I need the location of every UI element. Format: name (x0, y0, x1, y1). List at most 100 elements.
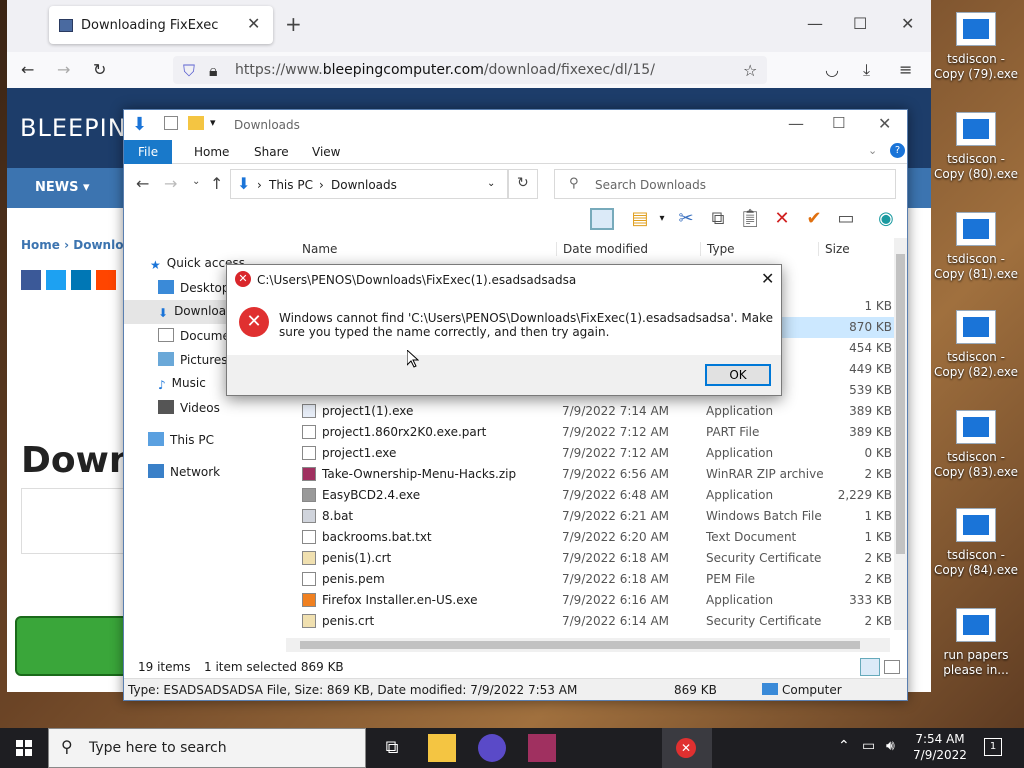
quick-access-toolbar-chevron-icon[interactable]: ▾ (210, 116, 216, 129)
desktop-icon-tsdiscon-79[interactable]: tsdiscon - Copy (79).exe (934, 12, 1018, 82)
ok-button[interactable]: OK (705, 364, 771, 386)
properties-icon[interactable] (164, 116, 178, 130)
table-row[interactable]: penis.crt 7/9/2022 6:14 AM Security Certif… (294, 611, 894, 630)
back-icon[interactable]: ← (21, 60, 34, 79)
paste-icon[interactable]: 📋︎ (738, 208, 762, 230)
desktop-icon-run-papers[interactable]: run papers please in... (934, 608, 1018, 678)
chevron-up-icon[interactable]: ⌃ (838, 738, 850, 754)
browser-tab[interactable]: Downloading FixExec ✕ (49, 6, 273, 44)
desktop-icon-tsdiscon-81[interactable]: tsdiscon - Copy (81).exe (934, 212, 1018, 282)
twitter-icon[interactable] (46, 270, 66, 290)
downloads-icon[interactable]: ⤓ (863, 60, 870, 80)
search-input[interactable]: ⚲ Search Downloads (554, 169, 896, 199)
bookmark-star-icon[interactable]: ☆ (743, 61, 757, 80)
nav-pictures[interactable]: Pictures (158, 352, 228, 367)
nav-this-pc[interactable]: This PC (148, 432, 214, 447)
tab-share[interactable]: Share (240, 140, 303, 164)
table-row[interactable]: Firefox Installer.en-US.exe 7/9/2022 6:16… (294, 590, 894, 611)
notification-center-icon[interactable]: 1 (984, 738, 1002, 756)
reload-icon[interactable]: ↻ (93, 60, 106, 79)
tab-view[interactable]: View (298, 140, 354, 164)
desktop-icon-tsdiscon-84[interactable]: tsdiscon - Copy (84).exe (934, 508, 1018, 578)
close-icon[interactable]: ✕ (901, 14, 914, 33)
linkedin-icon[interactable] (71, 270, 91, 290)
winrar-icon[interactable] (528, 734, 556, 762)
firefox-icon[interactable] (478, 734, 506, 762)
table-row[interactable]: backrooms.bat.txt 7/9/2022 6:20 AM Text Do… (294, 527, 894, 548)
volume-icon[interactable]: 🔊︎ (886, 738, 895, 754)
breadcrumb-this-pc[interactable]: This PC (269, 178, 313, 192)
nav-documents[interactable]: Documer (158, 328, 235, 343)
table-row[interactable]: project1(1).exe 7/9/2022 7:14 AM Applicati… (294, 401, 894, 422)
nav-music[interactable]: ♪ Music (158, 376, 206, 392)
up-icon[interactable]: ↑ (210, 174, 223, 193)
vertical-scrollbar[interactable] (894, 238, 907, 630)
network-icon[interactable]: ▭ (862, 738, 875, 754)
address-bar[interactable]: ⬇ › This PC › Downloads ⌄ (230, 169, 508, 199)
nav-network[interactable]: Network (148, 464, 220, 479)
address-dropdown-icon[interactable]: ⌄ (487, 178, 495, 189)
lock-icon[interactable]: 🔒︎ (209, 61, 218, 81)
view-dropdown-icon[interactable]: ▾ (650, 208, 674, 230)
column-date-modified[interactable]: Date modified (556, 242, 648, 256)
taskbar-search-input[interactable]: ⚲ Type here to search (48, 728, 366, 768)
url-bar[interactable]: ⛉ 🔒︎ https://www.bleepingcomputer.com/do… (173, 56, 767, 84)
table-row[interactable]: EasyBCD2.4.exe 7/9/2022 6:48 AM Applicatio… (294, 485, 894, 506)
menu-news[interactable]: NEWS ▾ (35, 180, 90, 195)
preview-pane-icon[interactable] (590, 208, 614, 230)
back-icon[interactable]: ← (136, 174, 149, 193)
forward-icon[interactable]: → (164, 174, 177, 193)
large-icons-view-icon[interactable] (884, 660, 900, 674)
file-explorer-icon[interactable] (428, 734, 456, 762)
table-row[interactable]: 8.bat 7/9/2022 6:21 AM Windows Batch File 1… (294, 506, 894, 527)
globe-icon[interactable]: ◉ (874, 208, 898, 230)
breadcrumb-downloads[interactable]: Downloads (331, 178, 397, 192)
column-name[interactable]: Name (302, 242, 337, 256)
details-view-icon[interactable] (860, 658, 880, 676)
view-options-icon[interactable]: ▤ (628, 208, 652, 230)
nav-desktop[interactable]: Desktop (158, 280, 230, 295)
rename-icon[interactable]: ▭ (834, 208, 858, 230)
desktop-icon-tsdiscon-83[interactable]: tsdiscon - Copy (83).exe (934, 410, 1018, 480)
tab-home[interactable]: Home (180, 140, 243, 164)
pocket-icon[interactable]: ◡ (825, 60, 839, 79)
maximize-icon[interactable]: ☐ (853, 14, 867, 33)
menu-icon[interactable]: ≡ (899, 60, 912, 79)
refresh-button[interactable]: ↻ (508, 169, 538, 199)
table-row[interactable]: penis.pem 7/9/2022 6:18 AM PEM File 2 KB (294, 569, 894, 590)
table-row[interactable]: Take-Ownership-Menu-Hacks.zip 7/9/2022 6:… (294, 464, 894, 485)
error-dialog-taskbar-button[interactable]: ✕ (662, 728, 712, 768)
nav-videos[interactable]: Videos (158, 400, 220, 415)
shield-icon[interactable]: ⛉ (183, 61, 195, 81)
recent-locations-icon[interactable]: ⌄ (192, 176, 200, 187)
horizontal-scrollbar[interactable] (286, 638, 890, 652)
column-type[interactable]: Type (700, 242, 735, 256)
forward-icon[interactable]: → (57, 60, 70, 79)
start-button[interactable] (0, 728, 48, 768)
task-view-icon[interactable]: ⧉ (378, 734, 406, 762)
close-icon[interactable]: ✕ (878, 114, 891, 133)
desktop-icon-tsdiscon-82[interactable]: tsdiscon - Copy (82).exe (934, 310, 1018, 380)
check-icon[interactable]: ✔ (802, 208, 826, 230)
clock[interactable]: 7:54 AM 7/9/2022 (906, 731, 974, 763)
close-icon[interactable]: ✕ (761, 269, 774, 288)
column-size[interactable]: Size (818, 242, 850, 256)
help-icon[interactable]: ? (890, 143, 905, 158)
tab-close-icon[interactable]: ✕ (247, 14, 260, 33)
folder-icon[interactable] (188, 116, 204, 130)
scroll-thumb[interactable] (896, 254, 905, 554)
scroll-thumb[interactable] (300, 641, 860, 649)
desktop-icon-tsdiscon-80[interactable]: tsdiscon - Copy (80).exe (934, 112, 1018, 182)
reddit-icon[interactable] (96, 270, 116, 290)
minimize-icon[interactable]: — (788, 114, 804, 133)
table-row[interactable]: project1.exe 7/9/2022 7:12 AM Application 0… (294, 443, 894, 464)
copy-icon[interactable]: ⧉ (706, 208, 730, 230)
cut-icon[interactable]: ✂ (674, 208, 698, 230)
tab-file[interactable]: File (124, 140, 173, 164)
delete-icon[interactable]: ✕ (770, 208, 794, 230)
minimize-icon[interactable]: — (807, 14, 823, 33)
table-row[interactable]: project1.860rx2K0.exe.part 7/9/2022 7:12 … (294, 422, 894, 443)
table-row[interactable]: penis(1).crt 7/9/2022 6:18 AM Security Cer… (294, 548, 894, 569)
facebook-icon[interactable] (21, 270, 41, 290)
new-tab-icon[interactable]: + (285, 12, 302, 36)
